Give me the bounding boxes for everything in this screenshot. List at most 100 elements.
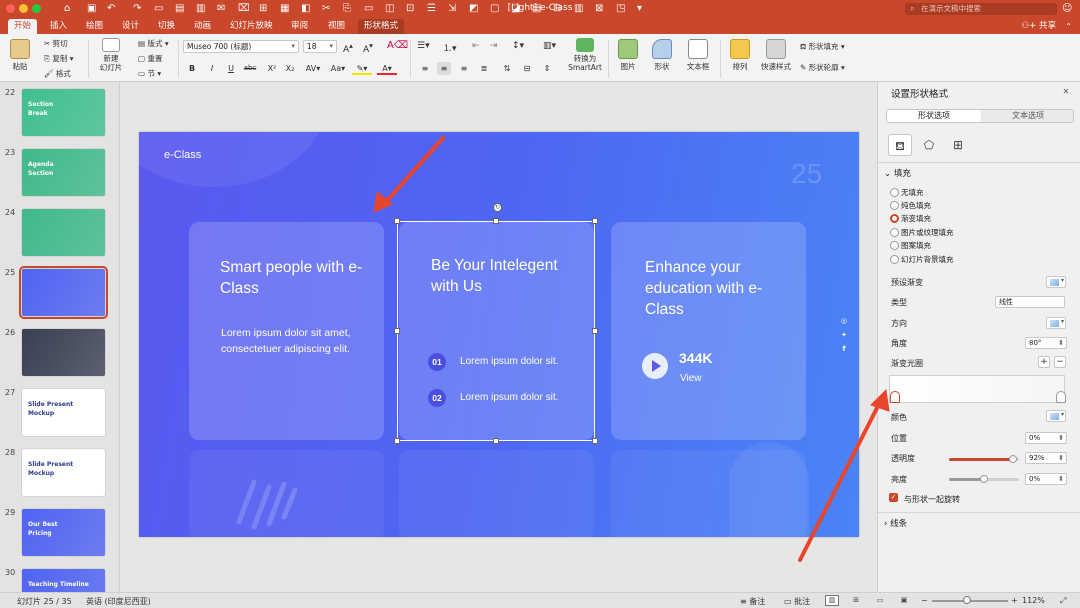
toolbar-icon[interactable]: ⇲ [448, 2, 456, 16]
slide-thumbnail[interactable] [22, 209, 105, 256]
tab-view[interactable]: 视图 [322, 19, 351, 34]
slideshow-icon[interactable]: ▭ [154, 2, 163, 16]
toolbar-icon[interactable]: ⊠ [595, 2, 603, 16]
line-section-header[interactable]: › 线条 [884, 517, 907, 529]
subscript-icon[interactable]: X₂ [283, 62, 297, 75]
search-input[interactable]: ⌕ 在演示文稿中搜索 [905, 3, 1057, 15]
slide-thumbnail[interactable] [19, 266, 108, 319]
arrange-button[interactable]: 排列 [726, 39, 754, 72]
toolbar-icon[interactable]: ◫ [385, 2, 394, 16]
slide-thumbnail[interactable]: Agenda Section [22, 149, 105, 196]
card1-body[interactable]: Lorem ipsum dolor sit amet, consectetuer… [221, 325, 371, 357]
stop-color-picker[interactable] [1046, 410, 1066, 422]
align-text-icon[interactable]: ⊟ [520, 62, 534, 75]
toolbar-icon[interactable]: ▢ [490, 2, 499, 16]
normal-view-icon[interactable]: ▥ [825, 595, 839, 606]
tab-text-options[interactable]: 文本选项 [981, 110, 1075, 122]
gradient-bar[interactable] [889, 375, 1065, 403]
tab-home[interactable]: 开始 [8, 19, 38, 34]
resize-handle[interactable] [493, 218, 499, 224]
sorter-view-icon[interactable]: ⊞ [849, 595, 863, 606]
toolbar-icon[interactable]: ▾ [637, 2, 642, 16]
tab-shape-format[interactable]: 形状格式 [358, 19, 405, 34]
textbox-button[interactable]: 文本框 [682, 39, 714, 72]
tab-draw[interactable]: 绘图 [80, 19, 109, 34]
tab-transitions[interactable]: 切换 [152, 19, 181, 34]
resize-handle[interactable] [394, 328, 400, 334]
slide[interactable]: e-Class 25 Smart people with e-Class Lor… [139, 132, 859, 537]
radio-pattern-fill[interactable]: 图案填充 [890, 240, 931, 251]
paste-button[interactable]: 粘贴 [6, 39, 34, 72]
shrink-font-icon[interactable]: A▾ [363, 41, 373, 55]
notes-button[interactable]: ≡ 备注 [740, 596, 765, 607]
tab-shape-options[interactable]: 形状选项 [887, 110, 981, 122]
font-name-select[interactable]: Museo 700 (标题) [183, 40, 299, 53]
slide-thumbnail[interactable]: Section Break [22, 89, 105, 136]
rotate-with-shape-checkbox[interactable]: ✓ [889, 493, 898, 502]
underline-icon[interactable]: U [224, 62, 238, 75]
selection-box[interactable] [397, 221, 595, 441]
gradient-stop-handle[interactable] [890, 391, 900, 403]
numbering-icon[interactable]: ⒈▾ [443, 41, 457, 54]
toolbar-icon[interactable]: ◧ [301, 2, 310, 16]
resize-handle[interactable] [394, 438, 400, 444]
tab-review[interactable]: 审阅 [285, 19, 314, 34]
radio-background-fill[interactable]: 幻灯片背景填充 [890, 254, 954, 265]
rotate-handle[interactable]: ↻ [493, 203, 502, 212]
brightness-input[interactable]: 0% [1025, 473, 1067, 485]
minimize-window-button[interactable] [19, 4, 28, 13]
line-spacing-icon[interactable]: ↕▾ [512, 41, 524, 51]
toolbar-icon[interactable]: ✂ [322, 2, 330, 16]
reading-view-icon[interactable]: ▭ [873, 595, 887, 606]
strikethrough-icon[interactable]: abc [243, 62, 257, 75]
align-right-icon[interactable]: ≡ [457, 62, 471, 75]
radio-gradient-fill[interactable]: 渐变填充 [890, 213, 931, 224]
card3-title[interactable]: Enhance your education with e-Class [645, 257, 785, 320]
gradient-type-select[interactable]: 线性 [995, 296, 1065, 308]
change-case-icon[interactable]: Aa▾ [328, 62, 348, 75]
direction-picker[interactable] [1046, 317, 1066, 329]
section-button[interactable]: ▭ 节 ▾ [138, 68, 161, 79]
share-button[interactable]: ⚇+ 共享 [1022, 19, 1056, 34]
align-center-icon[interactable]: ≡ [437, 62, 451, 75]
play-icon[interactable] [642, 353, 668, 379]
columns-icon[interactable]: ▥▾ [543, 41, 556, 51]
toolbar-icon[interactable]: ⎘ [343, 2, 351, 16]
text-direction-icon[interactable]: ⇅ [500, 62, 514, 75]
angle-input[interactable]: 80° [1025, 337, 1067, 349]
tab-animations[interactable]: 动画 [188, 19, 217, 34]
resize-handle[interactable] [592, 328, 598, 334]
remove-stop-button[interactable]: − [1054, 356, 1066, 368]
new-slide-button[interactable]: 新建 幻灯片 [94, 38, 128, 72]
cut-button[interactable]: ✂ 剪切 [44, 38, 68, 49]
font-size-select[interactable]: 18 [303, 40, 337, 53]
bold-icon[interactable]: B [185, 62, 199, 75]
slider-knob[interactable] [980, 475, 988, 483]
toolbar-icon[interactable]: ▤ [532, 2, 541, 16]
layout-button[interactable]: ▤ 版式 ▾ [138, 38, 169, 49]
zoom-knob[interactable] [963, 596, 971, 604]
decrease-indent-icon[interactable]: ⇤ [472, 41, 480, 51]
italic-icon[interactable]: I [205, 62, 219, 75]
transparency-slider[interactable] [949, 455, 1019, 463]
effects-icon[interactable]: ⬠ [917, 134, 941, 156]
slideshow-view-icon[interactable]: ▣ [897, 595, 911, 606]
char-spacing-icon[interactable]: AV▾ [303, 62, 323, 75]
shape-outline-button[interactable]: ✎ 形状轮廓 ▾ [800, 62, 845, 73]
resize-handle[interactable] [592, 218, 598, 224]
zoom-level[interactable]: 112% [1022, 596, 1045, 605]
position-input[interactable]: 0% [1025, 432, 1067, 444]
account-icon[interactable]: ☺ [1062, 2, 1072, 16]
clear-format-icon[interactable]: A⌫ [387, 40, 408, 51]
convert-smartart-button[interactable]: 转换为 SmartArt [566, 38, 604, 72]
rotate-with-shape-label[interactable]: 与形状一起旋转 [904, 494, 960, 505]
toolbar-icon[interactable]: ▦ [280, 2, 289, 16]
language-indicator[interactable]: 英语 (印度尼西亚) [86, 596, 151, 607]
chevron-up-icon[interactable]: ⌃ [1065, 19, 1072, 34]
grow-font-icon[interactable]: A▴ [343, 41, 353, 55]
format-painter-button[interactable]: 🖌 格式 [44, 68, 71, 79]
quick-styles-button[interactable]: 快速样式 [758, 39, 794, 72]
card-enhance[interactable] [611, 222, 806, 440]
shape-fill-button[interactable]: ⛾ 形状填充 ▾ [800, 41, 845, 52]
radio-no-fill[interactable]: 无填充 [890, 187, 924, 198]
